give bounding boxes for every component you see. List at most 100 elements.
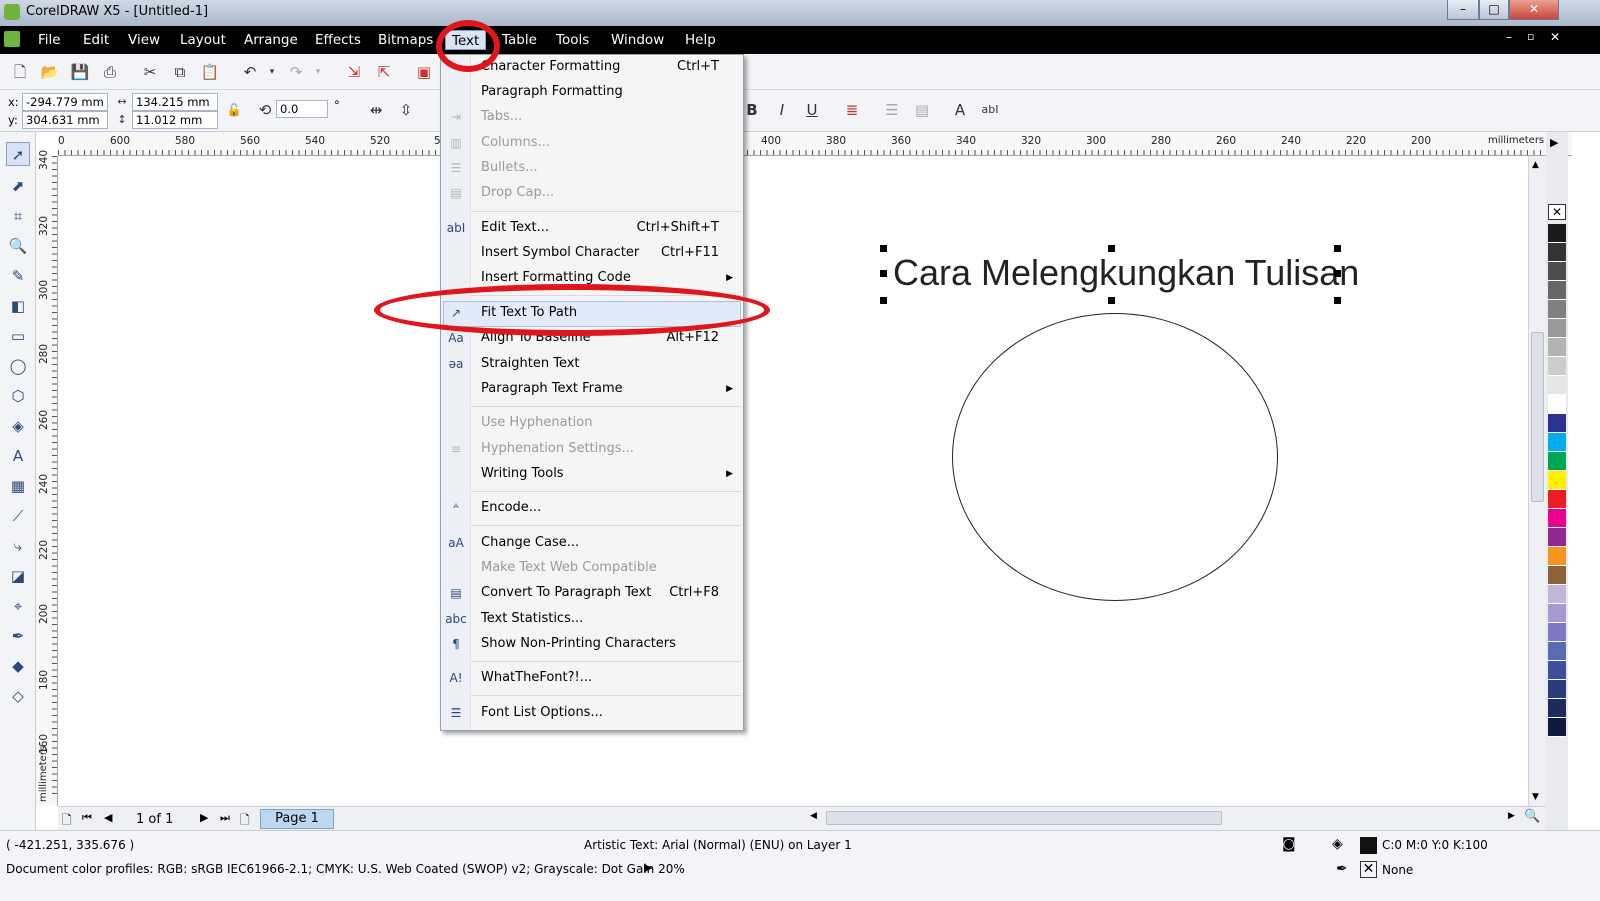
new-document-icon[interactable]: 🗋 xyxy=(10,62,30,82)
menu-item-paragraph-text-frame[interactable]: Paragraph Text Frame xyxy=(481,381,623,396)
palette-swatch[interactable] xyxy=(1548,490,1566,509)
palette-swatch[interactable] xyxy=(1548,224,1566,243)
redo-icon[interactable]: ↷ xyxy=(286,62,306,82)
menu-item-convert-to-paragraph-text[interactable]: Convert To Paragraph Text xyxy=(481,585,651,600)
palette-swatch[interactable] xyxy=(1548,357,1566,376)
menu-item-hyphenation-settings[interactable]: Hyphenation Settings... xyxy=(481,441,634,456)
menu-item-edit-text[interactable]: Edit Text... xyxy=(481,220,549,235)
character-format-icon[interactable]: A xyxy=(950,100,970,120)
eyedropper-tool-icon[interactable]: ⌖ xyxy=(6,594,30,618)
last-page-icon[interactable]: ⏭ xyxy=(220,811,230,825)
redo-dropdown-icon[interactable]: ▾ xyxy=(308,62,328,82)
selection-handle[interactable] xyxy=(880,245,887,252)
export-icon[interactable]: ⇱ xyxy=(374,62,394,82)
paste-icon[interactable]: 📋 xyxy=(200,62,220,82)
menu-table[interactable]: Table xyxy=(502,32,537,48)
menu-bitmaps[interactable]: Bitmaps xyxy=(378,32,433,48)
palette-swatch[interactable] xyxy=(1548,376,1566,395)
smart-fill-tool-icon[interactable]: ◧ xyxy=(6,294,30,318)
menu-view[interactable]: View xyxy=(128,32,160,48)
menu-item-encode[interactable]: Encode... xyxy=(481,500,541,515)
outline-none-icon[interactable]: ✕ xyxy=(1360,861,1377,878)
ellipse-shape[interactable] xyxy=(952,313,1278,601)
menu-item-whatthefont[interactable]: WhatTheFont?!... xyxy=(481,670,592,685)
basic-shapes-tool-icon[interactable]: ◈ xyxy=(6,414,30,438)
scroll-thumb[interactable] xyxy=(1531,332,1544,502)
minimize-button[interactable]: – xyxy=(1447,0,1479,20)
menu-item-use-hyphenation[interactable]: Use Hyphenation xyxy=(481,415,592,430)
menu-effects[interactable]: Effects xyxy=(315,32,361,48)
palette-swatch[interactable] xyxy=(1548,452,1566,471)
menu-arrange[interactable]: Arrange xyxy=(244,32,298,48)
lock-ratio-icon[interactable]: 🔓 xyxy=(224,100,244,120)
palette-swatch[interactable] xyxy=(1548,661,1566,680)
page-tab[interactable]: Page 1 xyxy=(260,809,334,829)
text-tool-icon[interactable]: A xyxy=(6,444,30,468)
doc-minimize-icon[interactable]: – xyxy=(1506,30,1512,44)
table-tool-icon[interactable]: ▦ xyxy=(6,474,30,498)
palette-swatch[interactable] xyxy=(1548,642,1566,661)
freehand-tool-icon[interactable]: ✎ xyxy=(6,264,30,288)
palette-swatch[interactable] xyxy=(1548,395,1566,414)
shape-tool-icon[interactable]: ⬈ xyxy=(6,174,30,198)
dimension-tool-icon[interactable]: ⟋ xyxy=(6,504,30,528)
rotation-field[interactable]: 0.0 xyxy=(276,100,328,118)
palette-swatch[interactable] xyxy=(1548,528,1566,547)
menu-file[interactable]: File xyxy=(38,32,61,48)
pick-tool-icon[interactable]: ➚ xyxy=(6,142,30,166)
palette-swatch[interactable] xyxy=(1548,699,1566,718)
edit-text-toolbar-icon[interactable]: abI xyxy=(980,100,1000,120)
mirror-vertical-icon[interactable]: ⇳ xyxy=(396,100,416,120)
palette-swatch[interactable] xyxy=(1548,566,1566,585)
selection-handle[interactable] xyxy=(1334,270,1341,277)
x-position-field[interactable]: -294.779 mm xyxy=(22,93,108,111)
outline-tool-icon[interactable]: ✒ xyxy=(6,624,30,648)
menu-layout[interactable]: Layout xyxy=(180,32,226,48)
fill-tool-icon[interactable]: ◆ xyxy=(6,654,30,678)
menu-item-writing-tools[interactable]: Writing Tools xyxy=(481,466,564,481)
selection-handle[interactable] xyxy=(880,297,887,304)
mirror-horizontal-icon[interactable]: ⇹ xyxy=(366,100,386,120)
outline-pen-icon[interactable]: ✒ xyxy=(1336,861,1348,877)
bold-icon[interactable]: B xyxy=(742,100,762,120)
vertical-scrollbar[interactable]: ▲ ▼ xyxy=(1528,156,1546,806)
close-button[interactable]: ✕ xyxy=(1509,0,1559,20)
snap-icon[interactable]: ◙ xyxy=(1282,836,1296,852)
menu-item-straighten-text[interactable]: Straighten Text xyxy=(481,356,580,371)
menu-item-insert-symbol-character[interactable]: Insert Symbol Character xyxy=(481,245,639,260)
menu-item-bullets[interactable]: Bullets... xyxy=(481,160,538,175)
cut-icon[interactable]: ✂ xyxy=(140,62,160,82)
interactive-fill-tool-icon[interactable]: ◇ xyxy=(6,684,30,708)
zoom-navigator-icon[interactable]: 🔍 xyxy=(1524,809,1540,824)
selection-handle[interactable] xyxy=(1108,297,1115,304)
width-field[interactable]: 134.215 mm xyxy=(132,93,218,111)
menu-window[interactable]: Window xyxy=(611,32,664,48)
palette-swatch[interactable] xyxy=(1548,547,1566,566)
palette-swatch[interactable] xyxy=(1548,680,1566,699)
menu-item-insert-formatting-code[interactable]: Insert Formatting Code xyxy=(481,270,631,285)
palette-swatch[interactable] xyxy=(1548,471,1566,490)
document-icon[interactable] xyxy=(4,31,20,47)
scroll-left-icon[interactable]: ◀ xyxy=(810,811,817,821)
menu-help[interactable]: Help xyxy=(685,32,716,48)
drop-cap-toolbar-icon[interactable]: ▤ xyxy=(912,100,932,120)
selection-handle[interactable] xyxy=(1108,245,1115,252)
menu-item-drop-cap[interactable]: Drop Cap... xyxy=(481,185,554,200)
blend-tool-icon[interactable]: ◪ xyxy=(6,564,30,588)
profiles-arrow-icon[interactable]: ▶ xyxy=(644,861,652,874)
doc-close-icon[interactable]: ✕ xyxy=(1550,30,1560,44)
scroll-up-icon[interactable]: ▲ xyxy=(1532,160,1539,170)
print-icon[interactable]: ⎙ xyxy=(100,62,120,82)
height-field[interactable]: 11.012 mm xyxy=(132,111,218,129)
palette-swatch[interactable] xyxy=(1548,604,1566,623)
italic-icon[interactable]: I xyxy=(772,100,792,120)
open-folder-icon[interactable]: 📂 xyxy=(40,62,60,82)
y-position-field[interactable]: 304.631 mm xyxy=(22,111,108,129)
palette-swatch[interactable] xyxy=(1548,623,1566,642)
undo-icon[interactable]: ↶ xyxy=(240,62,260,82)
scroll-down-icon[interactable]: ▼ xyxy=(1532,792,1539,802)
selection-handle[interactable] xyxy=(880,270,887,277)
palette-swatch[interactable] xyxy=(1548,300,1566,319)
copy-icon[interactable]: ⧉ xyxy=(170,62,190,82)
palette-swatch[interactable] xyxy=(1548,718,1566,737)
